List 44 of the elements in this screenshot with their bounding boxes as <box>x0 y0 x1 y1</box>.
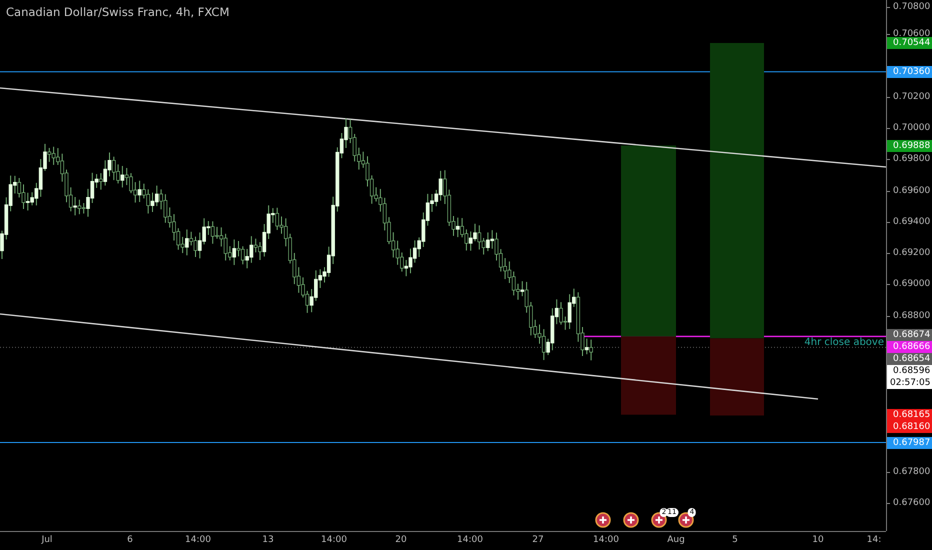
price-label: 0.70200 <box>887 90 930 103</box>
chart-note[interactable]: 4hr close above <box>804 337 884 348</box>
time-label: Jul <box>42 535 52 545</box>
time-label: 14:00 <box>593 535 619 545</box>
price-tag: 0.68165 <box>887 408 932 421</box>
price-label: 0.70000 <box>887 122 930 134</box>
time-label: 14:00 <box>321 535 347 545</box>
price-tag: 0.70544 <box>887 37 932 49</box>
bar-countdown: 02:57:05 <box>887 377 932 390</box>
price-label: 0.69000 <box>887 278 930 290</box>
price-tag: 0.68160 <box>887 420 932 433</box>
price-tag: 0.70360 <box>887 66 932 78</box>
price-label: 0.70800 <box>887 1 930 13</box>
price-tag: 0.68666 <box>887 341 932 354</box>
time-label: 5 <box>732 535 738 545</box>
time-label: 20 <box>395 535 407 545</box>
price-label: 0.68800 <box>887 310 930 322</box>
time-label: 14: <box>866 535 882 545</box>
time-label: 14:00 <box>185 535 211 545</box>
horizontal-line[interactable] <box>0 442 886 444</box>
time-label: 27 <box>532 535 544 545</box>
time-label: 14:00 <box>457 535 483 545</box>
price-label: 0.69600 <box>887 184 930 196</box>
horizontal-line[interactable] <box>0 71 886 72</box>
chart-title: Canadian Dollar/Swiss Franc, 4h, FXCM <box>6 5 230 19</box>
price-tag: 0.68596 <box>887 365 932 378</box>
price-label: 0.69800 <box>887 153 930 166</box>
event-icon[interactable] <box>623 512 639 528</box>
price-label: 0.69200 <box>887 247 930 259</box>
time-label: 13 <box>262 535 274 545</box>
price-tag: 0.67987 <box>887 436 932 449</box>
price-label: 0.69400 <box>887 216 930 228</box>
time-label: 6 <box>127 535 133 545</box>
price-tag: 0.69888 <box>887 140 932 152</box>
trend-line[interactable] <box>0 87 886 168</box>
price-tag: 0.68654 <box>887 353 932 366</box>
price-label: 0.67800 <box>887 466 930 478</box>
price-tag: 0.68674 <box>887 329 932 342</box>
price-axis[interactable]: 0.70800 0.70600 0.70200 0.70000 0.69800 0.69600 0.69400 0.69200 0.69000 0.68800 0.67800 0.67600 0.70544 0.70360 0.69888 0.68674 0.68666 0.68654 0.68596 0.68165 0.68160 0.67987 02:57:05 <box>886 0 932 531</box>
time-label: Aug <box>667 535 685 545</box>
event-icon[interactable] <box>595 512 611 528</box>
time-axis[interactable]: Jul 6 14:00 13 14:00 20 14:00 27 14:00 Aug 5 10 14: <box>0 531 886 550</box>
time-label: 10 <box>812 535 824 545</box>
price-label: 0.67600 <box>887 497 930 509</box>
